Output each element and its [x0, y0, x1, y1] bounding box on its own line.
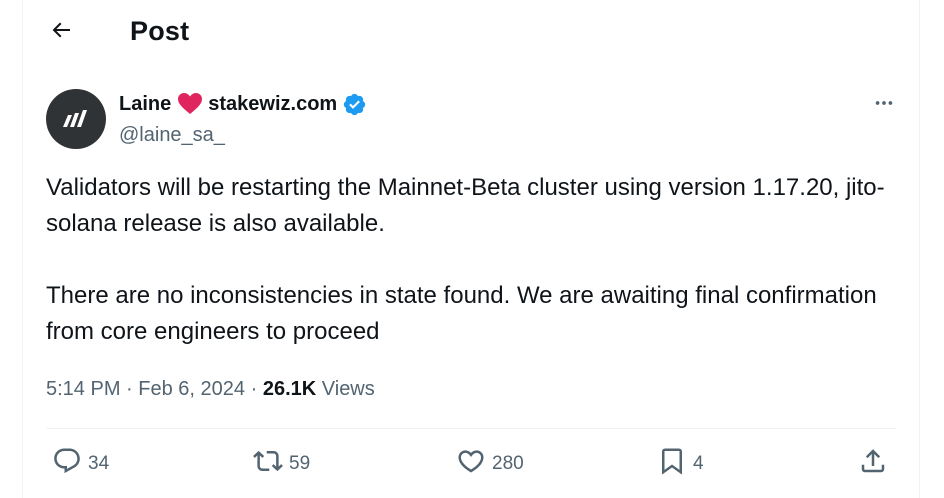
author-name-first: Laine	[119, 93, 172, 115]
post-text: Validators will be restarting the Mainne…	[46, 170, 886, 350]
top-bar: Post	[23, 0, 919, 64]
views-label: Views	[321, 378, 375, 400]
author-name-second: stakewiz.com	[208, 93, 338, 115]
arrow-left-icon	[49, 18, 73, 47]
like-button[interactable]: 280	[456, 444, 524, 484]
page-title: Post	[130, 16, 190, 46]
author-name[interactable]: Laine stakewiz.com	[119, 90, 367, 118]
bookmark-icon	[657, 446, 687, 482]
meta-separator: ·	[250, 378, 258, 400]
reply-icon	[52, 446, 82, 482]
divider	[46, 428, 896, 429]
bookmark-button[interactable]: 4	[657, 444, 704, 484]
back-button[interactable]	[41, 12, 81, 52]
meta-separator: ·	[126, 378, 133, 400]
more-horizontal-icon	[873, 92, 895, 119]
share-button[interactable]	[858, 444, 888, 484]
action-bar: 34 59 280 4	[23, 444, 919, 484]
post-paragraph: Validators will be restarting the Mainne…	[46, 174, 885, 237]
avatar[interactable]	[46, 89, 106, 149]
heart-icon	[456, 446, 486, 482]
repost-button[interactable]: 59	[253, 444, 310, 484]
author-handle[interactable]: @laine_sa_	[119, 121, 225, 149]
reply-count: 34	[88, 453, 110, 474]
post-time[interactable]: 5:14 PM	[46, 378, 120, 400]
verified-badge-icon	[342, 92, 367, 117]
post-page: Post Laine stakewiz.com @laine_sa_ Valid…	[22, 0, 920, 498]
share-icon	[858, 446, 888, 482]
repost-count: 59	[289, 453, 311, 474]
red-heart-icon	[177, 92, 203, 116]
post-date[interactable]: Feb 6, 2024	[138, 378, 245, 400]
post-paragraph: There are no inconsistencies in state fo…	[46, 282, 877, 345]
more-button[interactable]	[867, 88, 901, 122]
like-count: 280	[492, 453, 524, 474]
reply-button[interactable]: 34	[52, 444, 109, 484]
post-meta: 5:14 PM · Feb 6, 2024 · 26.1K Views	[46, 375, 375, 403]
bookmark-count: 4	[693, 453, 704, 474]
repost-icon	[253, 446, 283, 482]
views-count: 26.1K	[262, 378, 317, 400]
stakewiz-logo-icon	[63, 110, 87, 127]
